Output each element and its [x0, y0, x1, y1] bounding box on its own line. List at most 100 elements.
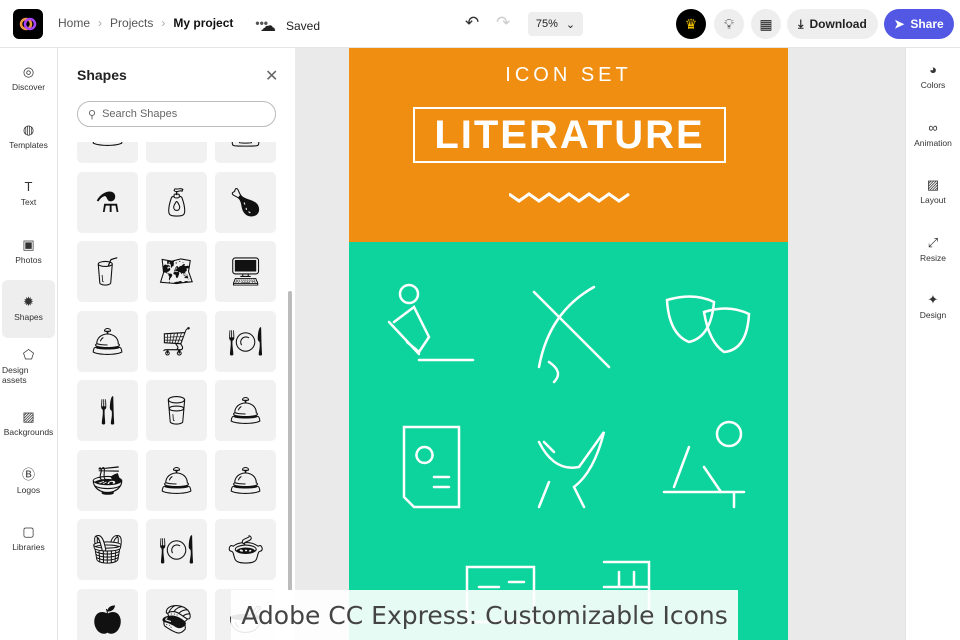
rail-label: Design	[919, 310, 947, 321]
shape-glyph-icon: 🛎︎	[90, 142, 126, 149]
shape-tile[interactable]: 🥛︎	[146, 380, 207, 441]
share-button[interactable]: ➤ Share	[884, 9, 954, 39]
rail-label: Backgrounds	[3, 427, 54, 438]
download-icon: ⤓	[798, 16, 804, 31]
save-status: Saved	[286, 19, 321, 33]
rail-backgrounds[interactable]: ▨ Backgrounds	[2, 395, 55, 453]
search-icon: ⚲	[88, 108, 97, 121]
shape-tile[interactable]: 👜︎	[215, 142, 276, 163]
rail-animation[interactable]: ∞ Animation	[908, 106, 958, 164]
rail-layout[interactable]: ▨ Layout	[908, 163, 958, 221]
rail-label: Animation	[914, 137, 952, 148]
shape-glyph-icon: 🛎︎	[227, 395, 264, 426]
rail-label: Photos	[15, 254, 42, 265]
animation-icon: ∞	[928, 119, 938, 135]
rail-label: Shapes	[14, 312, 43, 323]
cloud-icon: ☁	[260, 18, 276, 35]
title-text[interactable]: LITERATURE	[413, 107, 726, 163]
shape-tile[interactable]: 🍜︎	[77, 449, 138, 511]
magic-wand-icon: ✦	[927, 292, 939, 308]
rail-label: Design assets	[2, 364, 29, 385]
shape-glyph-icon: 🛎︎	[227, 464, 264, 496]
crumb-projects[interactable]: Projects	[110, 16, 153, 30]
shape-tile[interactable]: 🧴︎	[146, 171, 207, 233]
libraries-icon: ▢	[22, 524, 35, 540]
rail-label: Text	[20, 197, 37, 208]
artboard[interactable]: ICON SET LITERATURE	[349, 48, 788, 640]
templates-icon: ◍	[22, 121, 35, 137]
app-logo[interactable]	[13, 9, 43, 39]
shape-glyph-icon: 🍗︎	[227, 186, 264, 218]
chevron-down-icon: ⌄	[565, 18, 576, 31]
author-desk-icon	[662, 420, 746, 509]
rail-photos[interactable]: ▣ Photos	[2, 223, 55, 281]
search-input[interactable]: ⚲ Search Shapes	[77, 101, 276, 127]
shape-tile[interactable]: 🍎︎	[77, 588, 138, 640]
shape-tile[interactable]: 🛎︎	[77, 310, 138, 372]
rail-libraries[interactable]: ▢ Libraries	[2, 510, 55, 568]
crumb-home[interactable]: Home	[58, 16, 90, 30]
shape-tile[interactable]: 🍣︎	[146, 588, 207, 640]
shape-tile[interactable]: ⚗	[77, 171, 138, 233]
discover-icon: ◎	[22, 64, 35, 80]
shape-tile[interactable]: 🍽︎	[215, 310, 276, 372]
shape-tile[interactable]: 🛎︎	[215, 380, 276, 441]
shape-tile[interactable]: 🖥︎	[215, 241, 276, 302]
writer-icon	[387, 283, 475, 362]
rail-resize[interactable]: ⤢ Resize	[908, 221, 958, 279]
header-band: ICON SET LITERATURE	[349, 48, 788, 242]
theatre-masks-icon	[665, 295, 751, 354]
rail-label: Templates	[9, 139, 48, 150]
shape-tile[interactable]: 🥤︎	[77, 241, 138, 302]
shape-tile[interactable]: 🍽︎	[146, 519, 207, 580]
scrollbar[interactable]	[288, 291, 292, 591]
shape-glyph-icon: 🗺︎	[158, 256, 195, 287]
rail-design[interactable]: ✦ Design	[908, 278, 958, 336]
premium-crown-button[interactable]: ♛	[676, 9, 706, 39]
shape-tile[interactable]: 🍗︎	[215, 171, 276, 233]
shape-glyph-icon: 🛒︎	[158, 325, 195, 357]
undo-icon[interactable]: ↶	[465, 13, 479, 33]
shape-glyph-icon: ⚗	[94, 186, 121, 218]
shape-tile[interactable]: 🍴︎	[77, 380, 138, 441]
rail-discover[interactable]: ◎ Discover	[2, 50, 55, 108]
rail-label: Logos	[16, 484, 41, 495]
left-rail: ◎ Discover ◍ Templates T Text ▣ Photos ✹ Shap…	[0, 48, 58, 640]
subtitle-text[interactable]: ICON SET	[349, 64, 788, 87]
shape-tile[interactable]: 🍲︎	[215, 519, 276, 580]
rail-design-assets[interactable]: ⬠ Design assets	[2, 338, 55, 396]
panel-title: Shapes	[77, 67, 127, 83]
rail-shapes[interactable]: ✹ Shapes	[2, 280, 55, 338]
rail-label: Discover	[11, 82, 46, 93]
redo-icon[interactable]: ↷	[496, 13, 510, 33]
quill-sword-icon	[532, 285, 611, 384]
shape-glyph-icon: 🥛︎	[158, 395, 195, 426]
shape-glyph-icon: 🍎︎	[89, 603, 126, 635]
shape-glyph-icon: ⚱	[165, 142, 188, 149]
rail-text[interactable]: T Text	[2, 165, 55, 223]
close-icon[interactable]: ✕	[265, 66, 278, 86]
shape-tile[interactable]: 🗺︎	[146, 241, 207, 302]
shape-tile[interactable]: 🧺︎	[77, 519, 138, 580]
shape-glyph-icon: 🍴︎	[89, 395, 126, 426]
rail-colors[interactable]: ◕ Colors	[908, 48, 958, 106]
shape-glyph-icon: 🖥︎	[227, 256, 264, 287]
crumb-current[interactable]: My project	[173, 16, 233, 30]
shape-tile[interactable]: 🛒︎	[146, 310, 207, 372]
shape-tile[interactable]: 🛎︎	[215, 449, 276, 511]
download-button[interactable]: ⤓ Download	[787, 9, 878, 39]
shape-glyph-icon: 🍽︎	[158, 534, 195, 565]
calendar-button[interactable]: ▦	[751, 9, 781, 39]
rail-logos[interactable]: Ⓑ Logos	[2, 453, 55, 511]
zoom-select[interactable]: 75% ⌄	[528, 12, 583, 36]
rail-templates[interactable]: ◍ Templates	[2, 108, 55, 166]
shape-tile[interactable]: ⚱	[146, 142, 207, 163]
rail-label: Libraries	[12, 542, 45, 553]
shape-tile[interactable]: 🛎︎	[77, 142, 138, 163]
lightbulb-button[interactable]: 💡︎	[714, 9, 744, 39]
top-bar: Home › Projects › My project ••• ☁ Saved ↶ …	[0, 0, 960, 48]
shape-glyph-icon: 👜︎	[228, 142, 264, 149]
shape-tile[interactable]: 🛎︎	[146, 449, 207, 511]
shape-glyph-icon: 🧴︎	[158, 186, 195, 218]
shapes-grid: 🛎︎ ⚱ 👜︎ ⚗ 🧴︎ 🍗︎ 🥤︎ 🗺︎ 🖥︎ 🛎︎ 🛒︎ 🍽︎ 🍴︎ 🥛︎ 🛎︎ 🍜︎ 🛎︎ 🛎︎ 🧺︎ 🍽︎ 🍲︎…	[77, 142, 277, 640]
